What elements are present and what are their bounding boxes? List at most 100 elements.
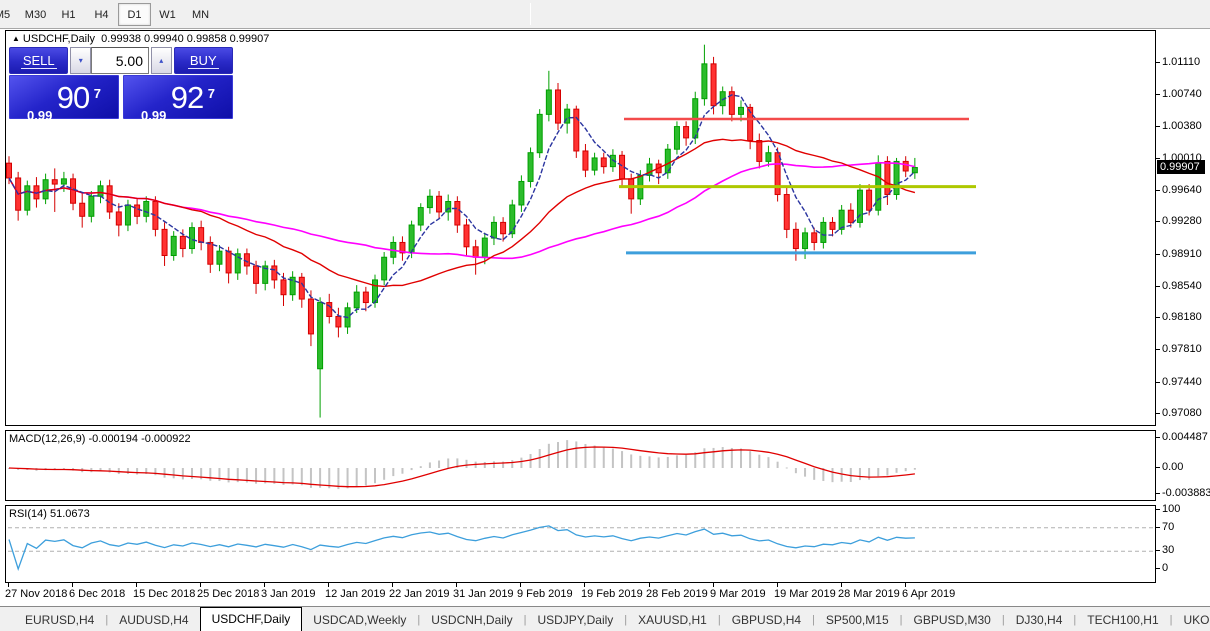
price-tick-label: 0.97080 xyxy=(1162,407,1202,419)
volume-decrease-button[interactable]: ▾ xyxy=(70,47,91,74)
date-tick-label: 25 Dec 2018 xyxy=(197,588,259,600)
spin-down-icon: ▾ xyxy=(79,56,83,65)
sell-price-big: 90 xyxy=(57,80,89,115)
scale-tick-mark xyxy=(1156,254,1160,255)
date-tick-label: 28 Mar 2019 xyxy=(838,588,900,600)
spin-up-icon: ▴ xyxy=(159,56,163,65)
scale-tick-mark xyxy=(1156,527,1160,528)
sell-price-pip: 7 xyxy=(94,86,101,101)
scale-tick-mark xyxy=(1156,190,1160,191)
date-tick-mark xyxy=(584,583,585,587)
date-tick-mark xyxy=(200,583,201,587)
sell-quote-button[interactable]: 0.99 90 7 xyxy=(9,75,119,119)
timeframe-button-h1[interactable]: H1 xyxy=(52,3,85,26)
macd-values: -0.000194 -0.000922 xyxy=(88,433,190,445)
chart-tab-bar: EURUSD,H4|AUDUSD,H4USDCHF,DailyUSDCAD,We… xyxy=(0,606,1210,631)
date-tick-mark xyxy=(264,583,265,587)
buy-quote-button[interactable]: 0.99 92 7 xyxy=(123,75,233,119)
tab-uko[interactable]: UKO xyxy=(1172,610,1210,631)
rsi-line xyxy=(9,526,915,569)
scale-tick-mark xyxy=(1156,349,1160,350)
tab-usdchf-daily[interactable]: USDCHF,Daily xyxy=(200,607,303,631)
date-tick-label: 6 Apr 2019 xyxy=(902,588,955,600)
tab-usdcad-weekly[interactable]: USDCAD,Weekly xyxy=(302,610,417,631)
date-tick-label: 6 Dec 2018 xyxy=(69,588,125,600)
tab-tech100-h1[interactable]: TECH100,H1 xyxy=(1076,610,1169,631)
macd-signal-line xyxy=(9,447,915,487)
timeframe-button-m30[interactable]: M30 xyxy=(19,3,52,26)
macd-tick-label: 0.004487 xyxy=(1162,431,1208,443)
timeframe-button-w1[interactable]: W1 xyxy=(151,3,184,26)
up-triangle-icon: ▲ xyxy=(12,34,20,43)
one-click-trade-widget: SELL ▾ ▴ BUY 0.99 90 7 0.99 92 7 xyxy=(9,47,233,119)
tab-sp500-m15[interactable]: SP500,M15 xyxy=(815,610,900,631)
toolbar-separator xyxy=(530,3,531,25)
date-tick-mark xyxy=(136,583,137,587)
date-tick-mark xyxy=(520,583,521,587)
price-tick-label: 0.97810 xyxy=(1162,343,1202,355)
rsi-label: RSI(14) 51.0673 xyxy=(9,508,90,520)
tab-audusd-h4[interactable]: AUDUSD,H4 xyxy=(108,610,199,631)
rsi-tick-label: 70 xyxy=(1162,521,1174,533)
macd-histogram xyxy=(8,440,916,489)
price-tick-label: 0.99640 xyxy=(1162,184,1202,196)
volume-input[interactable] xyxy=(91,47,149,74)
tab-dj30-h4[interactable]: DJ30,H4 xyxy=(1005,610,1074,631)
scale-tick-mark xyxy=(1156,550,1160,551)
scale-tick-mark xyxy=(1156,493,1160,494)
price-tick-label: 1.01110 xyxy=(1162,56,1200,68)
buy-button[interactable]: BUY xyxy=(174,47,233,74)
tab-gbpusd-m30[interactable]: GBPUSD,M30 xyxy=(902,610,1001,631)
chart-ohlc-values: 0.99938 0.99940 0.99858 0.99907 xyxy=(101,33,269,45)
tab-gbpusd-h4[interactable]: GBPUSD,H4 xyxy=(721,610,812,631)
volume-increase-button[interactable]: ▴ xyxy=(151,47,172,74)
buy-price-prefix: 0.99 xyxy=(141,108,166,123)
date-tick-label: 22 Jan 2019 xyxy=(389,588,450,600)
tab-xauusd-h1[interactable]: XAUUSD,H1 xyxy=(627,610,718,631)
scale-tick-mark xyxy=(1156,413,1160,414)
chart-symbol: USDCHF,Daily xyxy=(23,33,95,45)
date-tick-label: 12 Jan 2019 xyxy=(325,588,386,600)
rsi-canvas[interactable] xyxy=(6,506,1155,582)
sell-button[interactable]: SELL xyxy=(9,47,68,74)
scale-tick-mark xyxy=(1156,286,1160,287)
timeframe-button-mn[interactable]: MN xyxy=(184,3,217,26)
tab-usdcnh-daily[interactable]: USDCNH,Daily xyxy=(420,610,523,631)
tab-usdjpy-daily[interactable]: USDJPY,Daily xyxy=(526,610,624,631)
scale-tick-mark xyxy=(1156,509,1160,510)
timeframe-button-h4[interactable]: H4 xyxy=(85,3,118,26)
scale-tick-mark xyxy=(1156,568,1160,569)
date-tick-mark xyxy=(777,583,778,587)
date-tick-mark xyxy=(392,583,393,587)
scale-tick-mark xyxy=(1156,467,1160,468)
date-tick-label: 3 Jan 2019 xyxy=(261,588,315,600)
date-tick-mark xyxy=(649,583,650,587)
date-tick-mark xyxy=(8,583,9,587)
price-tick-label: 0.98540 xyxy=(1162,280,1202,292)
timeframe-button-d1[interactable]: D1 xyxy=(118,3,151,26)
price-tick-label: 0.97440 xyxy=(1162,376,1202,388)
date-tick-mark xyxy=(456,583,457,587)
macd-tick-label: -0.003883 xyxy=(1162,487,1210,499)
scale-tick-mark xyxy=(1156,382,1160,383)
timeframe-buttons: M5M30H1H4D1W1MN xyxy=(0,3,217,26)
rsi-pane[interactable] xyxy=(5,505,1156,583)
price-tick-label: 1.00740 xyxy=(1162,88,1202,100)
date-tick-mark xyxy=(841,583,842,587)
price-tick-label: 0.99280 xyxy=(1162,215,1202,227)
scale-tick-mark xyxy=(1156,221,1160,222)
price-tick-label: 1.00380 xyxy=(1162,120,1202,132)
current-price-tag: 0.99907 xyxy=(1157,160,1205,174)
date-tick-mark xyxy=(328,583,329,587)
macd-label: MACD(12,26,9) -0.000194 -0.000922 xyxy=(9,433,191,445)
rsi-tick-label: 0 xyxy=(1162,562,1168,574)
tab-eurusd-h4[interactable]: EURUSD,H4 xyxy=(14,610,105,631)
date-tick-label: 31 Jan 2019 xyxy=(453,588,514,600)
date-tick-label: 19 Feb 2019 xyxy=(581,588,643,600)
date-tick-label: 27 Nov 2018 xyxy=(5,588,67,600)
scale-tick-mark xyxy=(1156,126,1160,127)
sell-price-prefix: 0.99 xyxy=(27,108,52,123)
timeframe-button-m5[interactable]: M5 xyxy=(0,3,19,26)
rsi-tick-label: 100 xyxy=(1162,503,1180,515)
rsi-value: 51.0673 xyxy=(50,508,90,520)
